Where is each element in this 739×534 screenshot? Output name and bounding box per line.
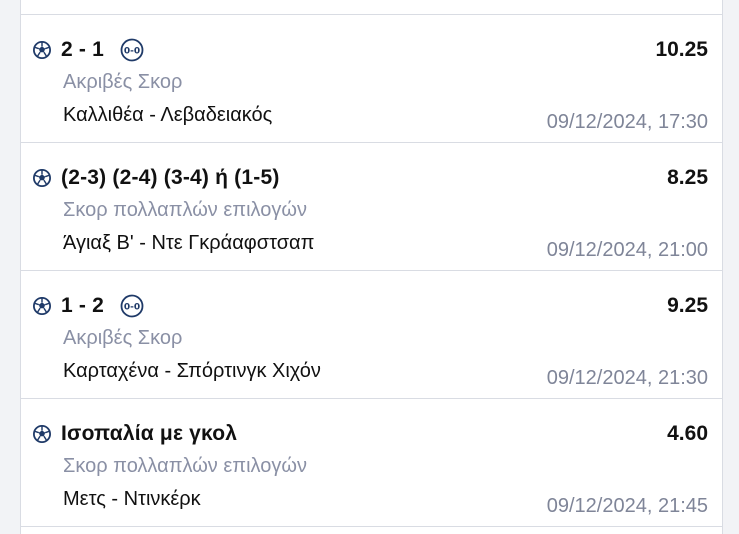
bet-list: 2 - 1 0-0 10.25 Ακριβές Σκορ Καλλιθέα - … bbox=[20, 0, 723, 534]
bet-selection: 1 - 2 bbox=[61, 294, 105, 317]
bet-datetime: 09/12/2024, 21:30 bbox=[546, 367, 708, 389]
football-icon bbox=[33, 41, 51, 59]
bet-card[interactable]: 2 - 1 0-0 10.25 Ακριβές Σκορ Καλλιθέα - … bbox=[21, 14, 722, 142]
bet-selection: Ισοπαλία με γκολ bbox=[61, 422, 238, 445]
bet-datetime: 09/12/2024, 21:45 bbox=[546, 495, 708, 517]
bet-selection: (2-3) (2-4) (3-4) ή (1-5) bbox=[61, 166, 280, 189]
previous-card-stub bbox=[21, 0, 722, 14]
next-card-stub bbox=[21, 526, 722, 534]
bet-market: Ακριβές Σκορ bbox=[63, 71, 183, 93]
svg-text:0-0: 0-0 bbox=[124, 303, 140, 313]
bet-market: Σκορ πολλαπλών επιλογών bbox=[63, 199, 307, 221]
bet-card-header: 2 - 1 0-0 10.25 bbox=[33, 35, 708, 65]
bet-odds: 9.25 bbox=[667, 294, 708, 317]
bet-market: Σκορ πολλαπλών επιλογών bbox=[63, 455, 307, 477]
football-icon bbox=[33, 169, 51, 187]
bet-selection: 2 - 1 bbox=[61, 38, 105, 61]
football-icon bbox=[33, 297, 51, 315]
bet-slip-page: 2 - 1 0-0 10.25 Ακριβές Σκορ Καλλιθέα - … bbox=[0, 0, 739, 534]
bet-datetime: 09/12/2024, 21:00 bbox=[546, 239, 708, 261]
bet-event: Άγιαξ Β' - Ντε Γκράαφστσαπ bbox=[63, 232, 315, 254]
bet-card-header: Ισοπαλία με γκολ 4.60 bbox=[33, 419, 708, 449]
zero-zero-icon: 0-0 bbox=[120, 294, 144, 318]
bet-card[interactable]: (2-3) (2-4) (3-4) ή (1-5) 8.25 Σκορ πολλ… bbox=[21, 142, 722, 270]
football-icon bbox=[33, 425, 51, 443]
bet-odds: 8.25 bbox=[667, 166, 708, 189]
bet-event: Καρταχένα - Σπόρτινγκ Χιχόν bbox=[63, 360, 321, 382]
bet-card[interactable]: Ισοπαλία με γκολ 4.60 Σκορ πολλαπλών επι… bbox=[21, 398, 722, 526]
bet-market: Ακριβές Σκορ bbox=[63, 327, 183, 349]
zero-zero-icon: 0-0 bbox=[120, 38, 144, 62]
bet-card-header: 1 - 2 0-0 9.25 bbox=[33, 291, 708, 321]
bet-event: Καλλιθέα - Λεβαδειακός bbox=[63, 104, 273, 126]
svg-text:0-0: 0-0 bbox=[124, 47, 140, 57]
bet-card[interactable]: 1 - 2 0-0 9.25 Ακριβές Σκορ Καρταχένα - … bbox=[21, 270, 722, 398]
bet-odds: 4.60 bbox=[667, 422, 708, 445]
bet-card-header: (2-3) (2-4) (3-4) ή (1-5) 8.25 bbox=[33, 163, 708, 193]
bet-datetime: 09/12/2024, 17:30 bbox=[546, 111, 708, 133]
bet-odds: 10.25 bbox=[655, 38, 708, 61]
bet-event: Μετς - Ντινκέρκ bbox=[63, 488, 201, 510]
